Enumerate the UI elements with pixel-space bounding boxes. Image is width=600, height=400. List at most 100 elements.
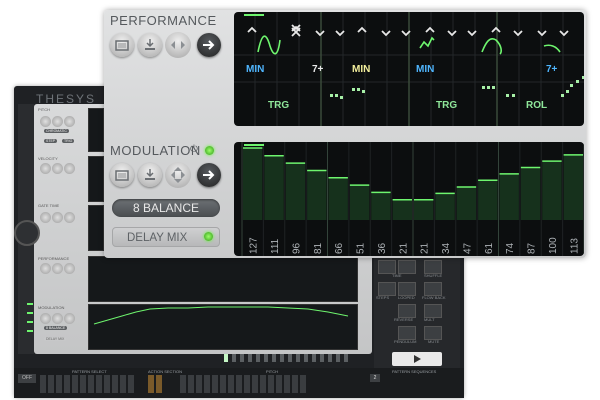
bg-led-2 bbox=[27, 312, 33, 314]
modulation-bar[interactable] bbox=[520, 167, 541, 220]
bg-pitch-grid[interactable] bbox=[88, 108, 104, 152]
bg-led-1 bbox=[27, 303, 33, 305]
modulation-bar[interactable] bbox=[542, 161, 562, 220]
right-label-reverse: REVERSE bbox=[394, 317, 414, 322]
sequence-count[interactable]: 2 bbox=[370, 374, 380, 382]
step-indicators bbox=[224, 354, 348, 362]
right-label-mult: MULT bbox=[424, 317, 435, 322]
section-label-modulation: MODULATION bbox=[38, 305, 65, 310]
chord-label: 7+ bbox=[312, 64, 324, 75]
mod-four-way-pad[interactable] bbox=[165, 162, 191, 188]
bg-pitch-btn-1[interactable] bbox=[40, 116, 51, 127]
section-label-pitch: PITCH bbox=[38, 107, 50, 112]
modulation-bar[interactable] bbox=[371, 192, 391, 220]
bg-vel-btn-2[interactable] bbox=[52, 163, 63, 174]
modulation-bar[interactable] bbox=[285, 163, 306, 220]
modulation-value-label: 74 bbox=[505, 242, 516, 254]
bg-perf-btn-1[interactable] bbox=[40, 263, 51, 274]
arrow-right-icon bbox=[203, 170, 215, 180]
bg-vel-btn-1[interactable] bbox=[40, 163, 51, 174]
modulation-value-label: 81 bbox=[313, 242, 324, 254]
modulation-bar[interactable] bbox=[478, 180, 498, 220]
bg-performance-grid[interactable] bbox=[88, 256, 358, 302]
modulation-value-label: 127 bbox=[249, 237, 260, 254]
bg-gate-grid[interactable] bbox=[88, 205, 104, 251]
modulation-value-label: 34 bbox=[441, 242, 452, 254]
modulation-value-label: 61 bbox=[484, 242, 495, 254]
right-btn-time[interactable] bbox=[378, 260, 396, 274]
modulation-value-label: 96 bbox=[291, 242, 302, 254]
off-button[interactable]: OFF bbox=[18, 374, 36, 383]
chip-step[interactable]: STEP bbox=[44, 139, 58, 143]
bg-vel-btn-3[interactable] bbox=[64, 163, 75, 174]
modulation-bar[interactable] bbox=[563, 154, 583, 220]
bg-gate-btn-3[interactable] bbox=[64, 212, 75, 223]
right-btn-reverse[interactable] bbox=[424, 304, 442, 318]
bg-mod-value[interactable]: 8 BALANCE bbox=[44, 326, 68, 330]
chip-trig[interactable]: TRIG bbox=[62, 139, 75, 143]
trig-label: TRG bbox=[436, 100, 458, 111]
bg-gate-btn-2[interactable] bbox=[52, 212, 63, 223]
bg-pitch-btn-3[interactable] bbox=[64, 116, 75, 127]
modulation-bar[interactable] bbox=[414, 199, 434, 220]
modulation-value-label: 36 bbox=[377, 242, 388, 254]
right-btn-flow-back[interactable] bbox=[424, 282, 442, 296]
modulation-bar[interactable] bbox=[328, 177, 348, 220]
right-label-pendulum: PENDULUM bbox=[394, 339, 417, 344]
modulation-bar[interactable] bbox=[349, 185, 370, 220]
folder-icon bbox=[115, 40, 129, 51]
pitch-bar-label: PITCH bbox=[266, 369, 278, 374]
modulation-value-label: 51 bbox=[356, 242, 367, 254]
right-label-time: TIME bbox=[392, 273, 402, 278]
performance-grid[interactable]: MIN 7+ MIN MIN 7+ TRG TRG ROL bbox=[234, 12, 584, 126]
right-btn-steps[interactable] bbox=[378, 282, 396, 296]
modulation-bar[interactable] bbox=[435, 193, 455, 220]
folder-button[interactable] bbox=[110, 33, 134, 57]
modulation-bar[interactable] bbox=[392, 199, 412, 220]
modulation-bar[interactable] bbox=[307, 170, 327, 220]
bg-gate-btn-1[interactable] bbox=[40, 212, 51, 223]
right-label-looped: LOOPED bbox=[398, 295, 415, 300]
mod-download-button[interactable] bbox=[138, 163, 162, 187]
section-label-performance: PERFORMANCE bbox=[38, 256, 70, 261]
bg-perf-btn-2[interactable] bbox=[52, 263, 63, 274]
download-button[interactable] bbox=[138, 33, 162, 57]
right-btn-mute[interactable] bbox=[424, 326, 442, 340]
right-btn-play-once[interactable] bbox=[398, 304, 416, 318]
download-icon bbox=[145, 169, 155, 180]
bg-modulation-bars bbox=[93, 306, 349, 325]
next-button[interactable] bbox=[197, 33, 221, 57]
right-btn-shuffle[interactable] bbox=[424, 260, 442, 274]
bg-perf-btn-3[interactable] bbox=[64, 263, 75, 274]
bg-mod-btn-1[interactable] bbox=[40, 313, 51, 324]
master-knob[interactable] bbox=[14, 220, 40, 246]
modulation-grid[interactable]: 127 111 96 81 66 51 36 21 21 34 47 61 74 87 100 113 bbox=[234, 142, 584, 256]
right-btn-gate[interactable] bbox=[398, 260, 416, 274]
right-btn-looped[interactable] bbox=[398, 282, 416, 296]
right-btn-pendulum[interactable] bbox=[398, 326, 416, 340]
bottom-key-strip[interactable] bbox=[40, 375, 370, 395]
modulation-led[interactable] bbox=[205, 146, 214, 155]
modulation-bar[interactable] bbox=[456, 187, 477, 220]
modulation-bar[interactable] bbox=[264, 155, 284, 220]
modulation-value-label: 21 bbox=[398, 242, 409, 254]
trig-label: TRG bbox=[268, 100, 290, 111]
bg-mod-btn-2[interactable] bbox=[52, 313, 63, 324]
bg-mod-btn-3[interactable] bbox=[64, 313, 75, 324]
power-icon[interactable]: ⏻ bbox=[190, 144, 198, 155]
modulation-bar[interactable] bbox=[499, 173, 519, 220]
bg-velocity-grid[interactable] bbox=[88, 156, 104, 202]
balance-selector[interactable]: 8 BALANCE bbox=[112, 199, 220, 217]
mod-folder-button[interactable] bbox=[110, 163, 134, 187]
mod-next-button[interactable] bbox=[197, 163, 221, 187]
play-button[interactable] bbox=[392, 352, 442, 366]
bg-mod-delay[interactable]: DELAY MIX bbox=[44, 337, 67, 341]
performance-title: PERFORMANCE bbox=[110, 13, 217, 28]
bg-pitch-btn-2[interactable] bbox=[52, 116, 63, 127]
left-right-pad[interactable] bbox=[165, 32, 191, 58]
chip-chromatic[interactable]: CHROMATIC bbox=[44, 129, 69, 133]
modulation-bar[interactable] bbox=[243, 148, 263, 220]
modulation-bar-chart: 127 111 96 81 66 51 36 21 21 34 47 61 74 87 100 113 bbox=[241, 142, 584, 256]
modulation-title: MODULATION bbox=[110, 143, 201, 158]
delay-mix-led[interactable] bbox=[204, 232, 213, 241]
